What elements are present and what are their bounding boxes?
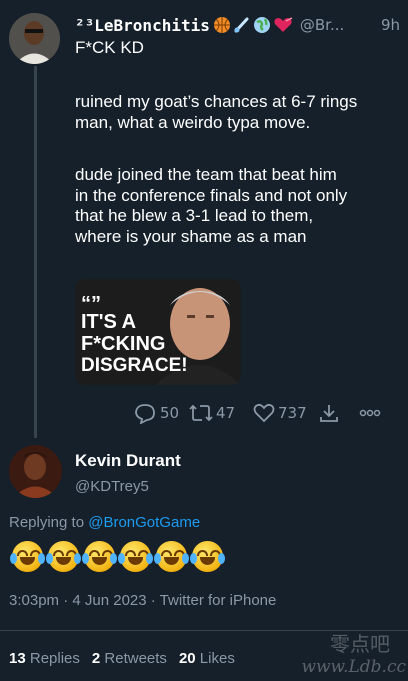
handle[interactable]: @KDTrey5 [75,478,149,495]
tweet-line: where is your shame as a man [75,226,307,246]
replies-stat[interactable]: 13 Replies [9,650,80,667]
face-with-tears-of-joy-icon [118,541,153,572]
name-emojis [212,15,294,35]
basketball-icon [213,17,230,33]
watermark-bottom: www.Ldb.cc [301,657,406,677]
replying-to: Replying to @BronGotGame [9,514,200,531]
display-name[interactable]: Kevin Durant [75,451,181,471]
tweet-image[interactable]: “” IT'S A F*CKING DISGRACE! [75,279,241,385]
like-button[interactable]: 737 [252,402,318,424]
meme-caption: “” IT'S A F*CKING DISGRACE! [81,293,188,377]
retweet-button[interactable]: 47 [188,402,252,424]
tweet-line [75,59,405,80]
tweet-line: in the conference finals and not only [75,185,348,205]
reply-icon [135,404,155,424]
reply-count: 50 [160,404,180,422]
retweets-count: 2 [91,650,101,667]
tweet-line: that he blew a 3-1 lead to them, [75,206,314,226]
comet-icon [234,17,249,33]
watermark: 零点吧 www.Ldb.cc [296,628,406,677]
face-with-tears-of-joy-icon [154,541,189,572]
meme-line: DISGRACE! [81,355,188,376]
retweets-label: Retweets [104,650,167,667]
replying-to-label: Replying to [9,514,85,531]
face-with-tears-of-joy-icon [10,541,45,572]
tweet-header: ²³LeBronchitis @Br... 9h [75,13,400,37]
replies-label: Replies [29,650,80,667]
tweet-line [75,133,405,154]
retweets-stat[interactable]: 2 Retweets [92,650,167,667]
tweet-line: dude joined the team that beat him [75,164,337,184]
likes-stat[interactable]: 20 Likes [179,650,235,667]
reply-button[interactable]: 50 [134,402,188,424]
tweet-actions: 50 47 737 [134,400,396,426]
meme-quote-mark: “” [81,293,101,315]
avatar-photo [9,445,62,498]
face-with-tears-of-joy-icon [46,541,81,572]
heart-icon [274,17,293,32]
tweet-meta[interactable]: 3:03pm · 4 Jun 2023 · Twitter for iPhone [9,592,276,609]
thread-connector-line [34,66,37,438]
tweet-line: man, what a weirdo typa move. [75,112,311,132]
retweet-icon [189,404,213,422]
like-icon [253,403,275,423]
more-icon [359,409,381,417]
reply-emojis [10,541,225,572]
tweet-line: F*CK KD [75,38,144,57]
like-count: 737 [278,404,307,422]
more-options-button[interactable] [358,402,386,424]
engagement-stats: 13 Replies 2 Retweets 20 Likes [9,650,235,667]
replies-count: 13 [9,650,26,667]
share-icon [320,405,338,422]
watermark-top: 零点吧 [330,632,390,656]
replying-to-handle[interactable]: @BronGotGame [88,514,200,531]
timestamp[interactable]: 9h [381,16,400,34]
handle[interactable]: @Br... [300,16,344,34]
avatar[interactable] [9,13,60,64]
share-button[interactable] [318,402,358,424]
face-with-tears-of-joy-icon [190,541,225,572]
display-name[interactable]: ²³LeBronchitis [75,16,210,35]
retweet-count: 47 [216,404,236,422]
face-with-tears-of-joy-icon [82,541,117,572]
meme-line: F*CKING [81,333,166,355]
tweet-line: ruined my goat’s chances at 6-7 rings [75,92,358,112]
avatar-photo [9,13,60,64]
avatar[interactable] [9,445,62,498]
meme-line: IT'S A [81,311,137,333]
likes-count: 20 [178,650,196,667]
globe-icon [253,17,270,33]
likes-label: Likes [199,650,235,667]
tweet-text: F*CK KD ruined my goat’s chances at 6-7 … [75,38,405,247]
